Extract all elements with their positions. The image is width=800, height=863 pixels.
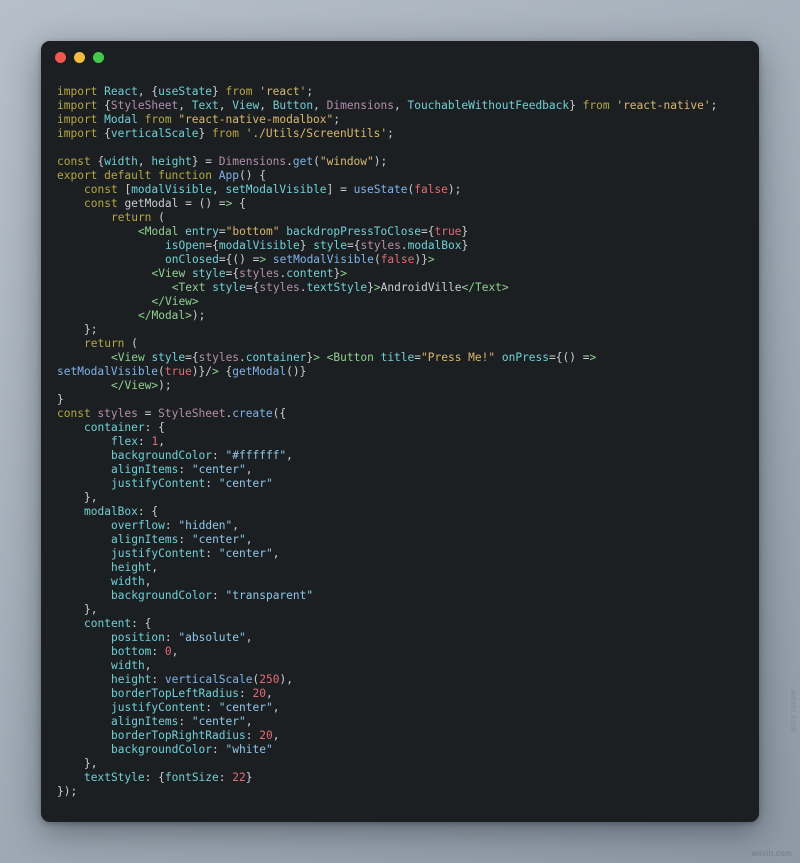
desktop-background: import React, {useState} from 'react'; im… — [0, 0, 800, 863]
window-titlebar[interactable] — [41, 41, 759, 73]
corner-watermark: woxin.com — [751, 849, 792, 858]
code-editor-area[interactable]: import React, {useState} from 'react'; im… — [41, 73, 759, 822]
code-editor-window: import React, {useState} from 'react'; im… — [41, 41, 759, 822]
source-code[interactable]: import React, {useState} from 'react'; im… — [57, 85, 743, 799]
maximize-window-button[interactable] — [93, 51, 104, 63]
minimize-window-button[interactable] — [74, 51, 85, 63]
side-watermark: woxin.com — [789, 690, 798, 733]
close-window-button[interactable] — [55, 51, 66, 63]
